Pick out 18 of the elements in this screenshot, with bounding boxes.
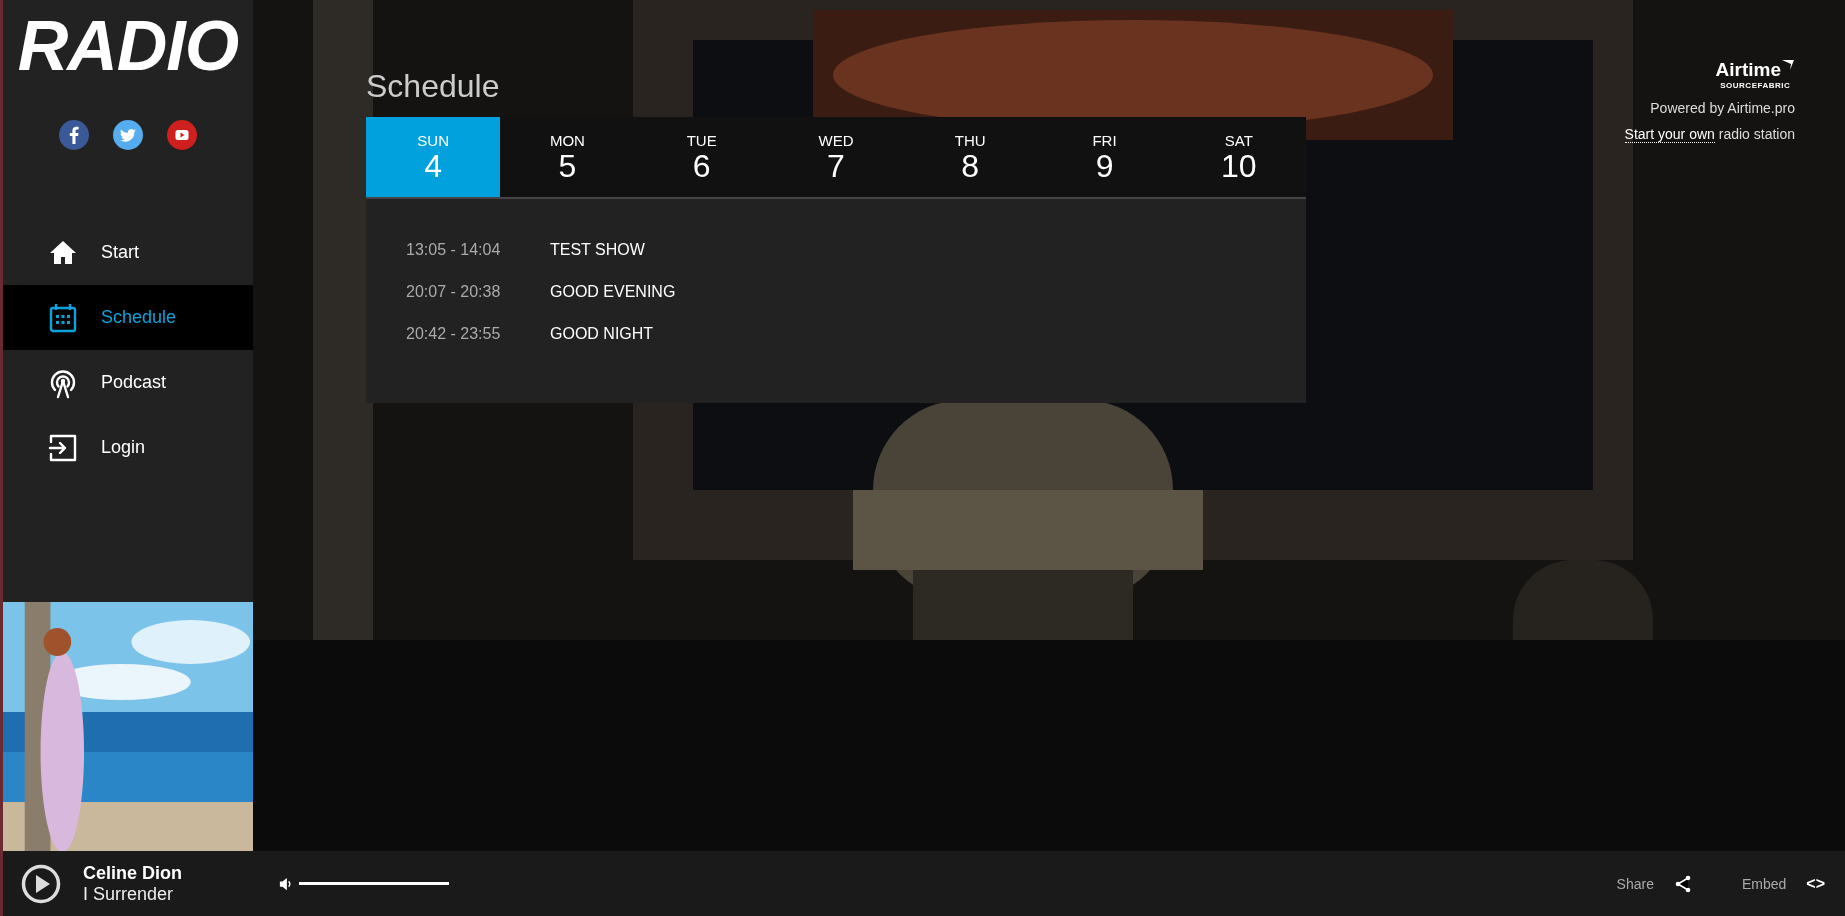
embed-icon[interactable]: <> (1806, 874, 1825, 893)
artist-name: Celine Dion (83, 862, 183, 884)
facebook-icon[interactable] (59, 120, 89, 150)
speaker-icon[interactable] (279, 876, 293, 891)
calendar-icon (47, 301, 79, 334)
nav-item[interactable]: Start (3, 220, 253, 285)
embed-link[interactable]: Embed (1741, 875, 1787, 892)
radio-logo: RADIO (17, 6, 239, 86)
share-link[interactable]: Share (1616, 875, 1654, 892)
volume-slider[interactable] (299, 882, 449, 885)
bird-icon[interactable] (113, 120, 143, 150)
nav-item[interactable]: Schedule (3, 285, 253, 350)
track-title: I Surrender (83, 883, 175, 905)
play-icon[interactable] (167, 120, 197, 150)
play-button[interactable] (21, 863, 61, 904)
share-icon[interactable] (1673, 874, 1692, 893)
nav-item[interactable]: Podcast (3, 350, 253, 415)
nav-item[interactable]: Login (3, 415, 253, 480)
